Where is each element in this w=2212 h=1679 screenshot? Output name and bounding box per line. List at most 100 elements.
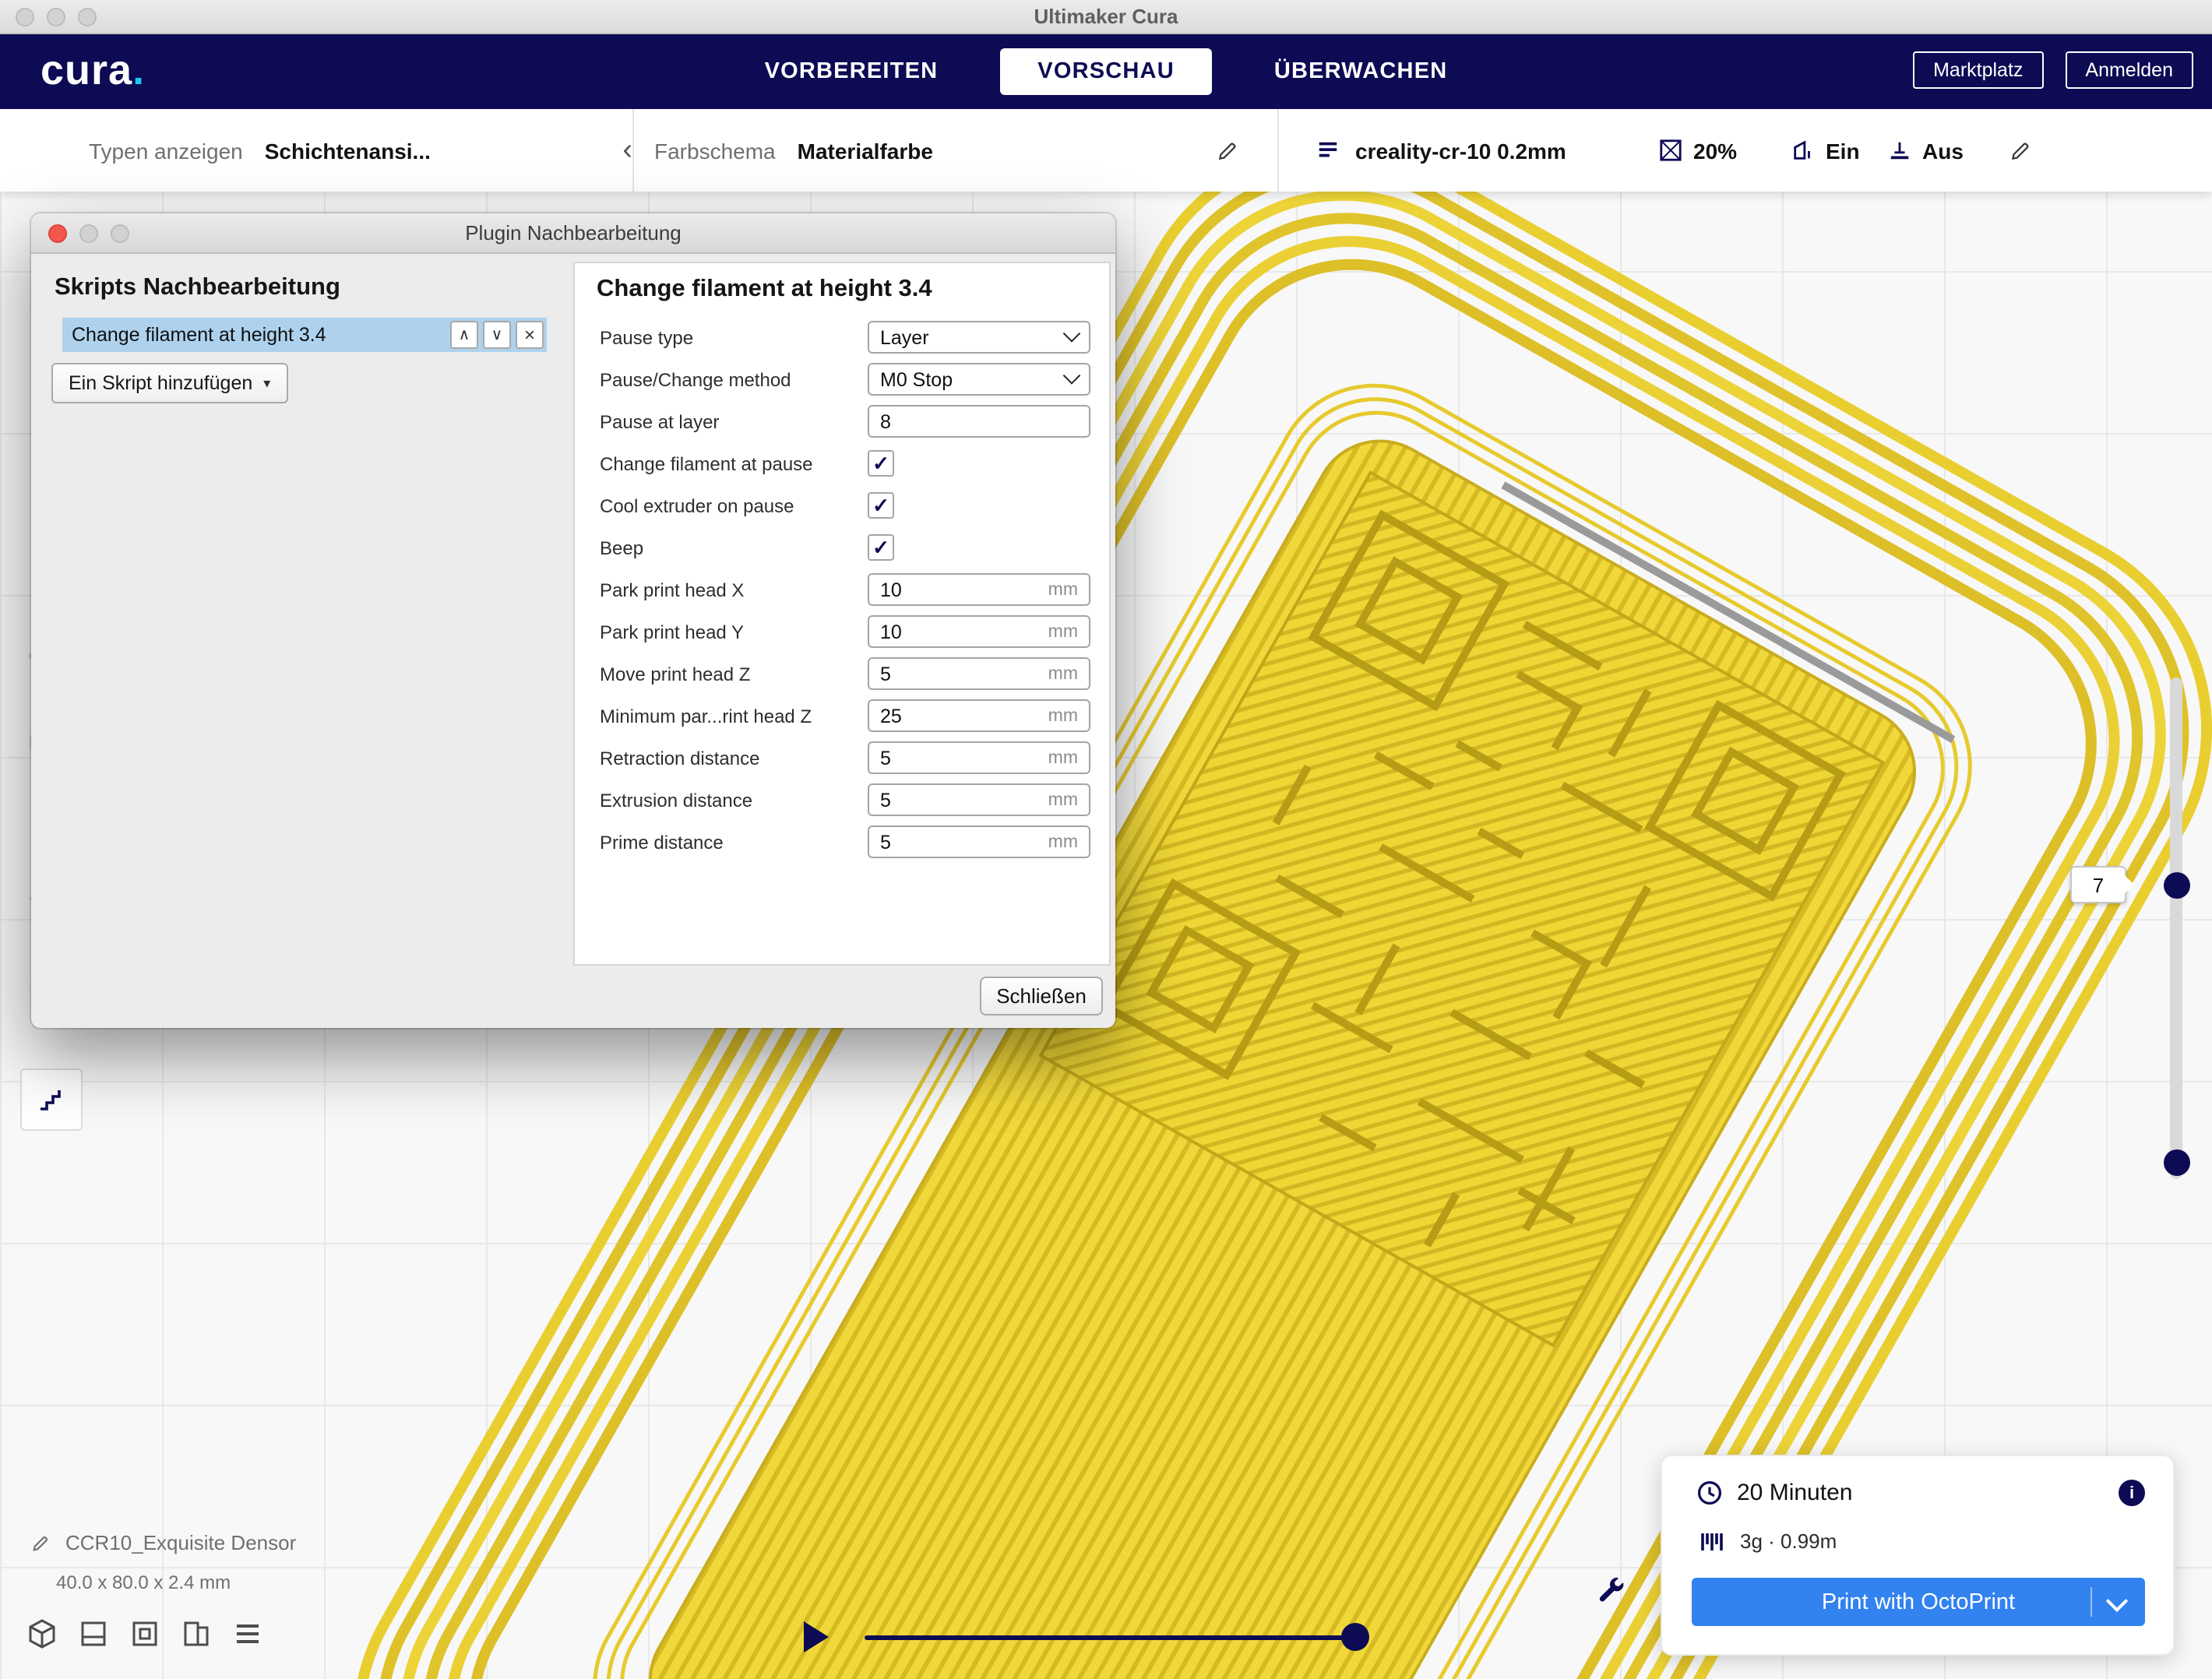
change-filament-at-pause-checkbox[interactable]: ✓: [868, 450, 894, 477]
script-settings-heading: Change filament at height 3.4: [597, 276, 1090, 304]
view-type-selector[interactable]: Typen anzeigen Schichtenansi... ‹: [89, 109, 632, 192]
retraction-distance-input[interactable]: 5 mm: [868, 741, 1090, 774]
field-label: Extrusion distance: [594, 789, 752, 811]
dialog-close-button[interactable]: [48, 224, 67, 243]
support-summary[interactable]: Ein: [1791, 109, 1860, 192]
adhesion-summary[interactable]: Aus: [1888, 109, 1964, 192]
collapse-panel-button[interactable]: ‹: [622, 136, 632, 165]
prime-distance-input[interactable]: 5 mm: [868, 825, 1090, 858]
pause-at-layer-input[interactable]: 8: [868, 405, 1090, 438]
view-left-button[interactable]: [179, 1617, 213, 1651]
layer-slider-handle-bottom[interactable]: [2164, 1149, 2190, 1176]
form-row-change-filament: Change filament at pause ✓: [594, 442, 1090, 484]
add-script-button[interactable]: Ein Skript hinzufügen ▾: [51, 363, 287, 403]
support-icon: [1791, 139, 1815, 162]
info-icon: i: [2129, 1484, 2134, 1502]
pause-method-select[interactable]: M0 Stop: [868, 363, 1090, 396]
close-button[interactable]: [16, 8, 34, 26]
edit-print-settings-button[interactable]: [2009, 109, 2031, 192]
beep-checkbox[interactable]: ✓: [868, 534, 894, 561]
edit-pencil-icon[interactable]: [1217, 139, 1238, 161]
header-buttons: Marktplatz Anmelden: [1913, 51, 2193, 89]
print-with-octoprint-button[interactable]: Print with OctoPrint: [1692, 1578, 2145, 1626]
park-print-head-y-input[interactable]: 10 mm: [868, 615, 1090, 648]
tab-vorschau[interactable]: VORSCHAU: [1000, 48, 1212, 95]
form-row-prime: Prime distance 5 mm: [594, 821, 1090, 863]
script-list-item[interactable]: Change filament at height 3.4 ∧ ∨ ×: [62, 318, 547, 352]
clock-icon: [1696, 1480, 1723, 1506]
remove-script-button[interactable]: ×: [516, 321, 544, 349]
extrusion-distance-input[interactable]: 5 mm: [868, 783, 1090, 816]
marketplace-button[interactable]: Marktplatz: [1913, 51, 2043, 89]
zoom-button[interactable]: [78, 8, 97, 26]
printer-profile: creality-cr-10 0.2mm: [1355, 138, 1566, 163]
tab-ueberwachen[interactable]: ÜBERWACHEN: [1252, 48, 1470, 95]
input-value: 5: [880, 831, 891, 853]
field-label: Pause type: [594, 326, 693, 348]
layer-slider-track[interactable]: [2170, 678, 2182, 1179]
close-dialog-button[interactable]: Schließen: [980, 977, 1103, 1015]
field-label: Beep: [594, 537, 643, 558]
unit-label: mm: [1048, 832, 1078, 851]
check-icon: ✓: [872, 537, 889, 558]
move-print-head-z-input[interactable]: 5 mm: [868, 657, 1090, 690]
extruder-icon: [1316, 139, 1340, 162]
infill-summary[interactable]: 20%: [1659, 109, 1737, 192]
input-value: 5: [880, 747, 891, 769]
minimize-button[interactable]: [47, 8, 65, 26]
field-label: Park print head X: [594, 579, 744, 600]
info-button[interactable]: i: [2119, 1480, 2145, 1506]
minimum-park-print-head-z-input[interactable]: 25 mm: [868, 699, 1090, 732]
pause-type-select[interactable]: Layer: [868, 321, 1090, 354]
play-button[interactable]: [804, 1621, 829, 1653]
cool-extruder-checkbox[interactable]: ✓: [868, 492, 894, 519]
form-row-cool-extruder: Cool extruder on pause ✓: [594, 484, 1090, 526]
dialog-minimize-button[interactable]: [79, 224, 98, 243]
rename-model-pencil-icon[interactable]: [31, 1533, 50, 1561]
support-value: Ein: [1826, 138, 1860, 163]
material-row: 3g · 0.99m: [1698, 1528, 1837, 1554]
layer-steps-icon: [36, 1084, 67, 1115]
playback-slider-handle[interactable]: [1341, 1623, 1369, 1651]
dialog-window-controls: [48, 224, 129, 243]
custom-supports-button[interactable]: [20, 1068, 83, 1131]
chevron-down-icon[interactable]: [2106, 1590, 2128, 1612]
printer-settings-button[interactable]: creality-cr-10 0.2mm: [1316, 109, 1566, 192]
move-script-down-button[interactable]: ∨: [483, 321, 511, 349]
view-3d-button[interactable]: [25, 1617, 59, 1651]
material-usage: 3g · 0.99m: [1740, 1529, 1837, 1553]
post-processing-dialog: Plugin Nachbearbeitung Skripts Nachbearb…: [31, 213, 1115, 1028]
tab-vorbereiten[interactable]: VORBEREITEN: [743, 48, 960, 95]
macos-titlebar: Ultimaker Cura: [0, 0, 2212, 34]
adjust-settings-button[interactable]: [1595, 1575, 1629, 1609]
color-scheme-label: Farbschema: [654, 138, 776, 163]
layer-slider-handle-top[interactable]: [2164, 872, 2190, 899]
field-label: Pause/Change method: [594, 368, 791, 390]
view-layers-button[interactable]: [231, 1617, 265, 1651]
print-time-row: 20 Minuten: [1696, 1480, 1852, 1506]
infill-icon: [1659, 139, 1682, 162]
model-dimensions: 40.0 x 80.0 x 2.4 mm: [56, 1572, 231, 1593]
layer-number-tooltip: 7: [2070, 866, 2126, 903]
input-value: 8: [880, 410, 891, 432]
dialog-zoom-button[interactable]: [111, 224, 129, 243]
playback-slider-track[interactable]: [865, 1635, 1365, 1640]
field-label: Cool extruder on pause: [594, 495, 794, 516]
view-top-button[interactable]: [128, 1617, 162, 1651]
input-value: 10: [880, 621, 902, 642]
menu-arrow-icon: ▾: [263, 375, 270, 392]
form-row-move-z: Move print head Z 5 mm: [594, 653, 1090, 695]
view-type-label: Typen anzeigen: [89, 138, 243, 163]
form-row-pause-at-layer: Pause at layer 8: [594, 400, 1090, 442]
signin-button[interactable]: Anmelden: [2065, 51, 2193, 89]
form-row-pause-method: Pause/Change method M0 Stop: [594, 358, 1090, 400]
dialog-titlebar[interactable]: Plugin Nachbearbeitung: [31, 213, 1115, 254]
view-type-value: Schichtenansi...: [265, 138, 431, 163]
park-print-head-x-input[interactable]: 10 mm: [868, 573, 1090, 606]
chevron-down-icon: [1063, 366, 1081, 384]
color-scheme-selector[interactable]: Farbschema Materialfarbe: [654, 109, 1238, 192]
view-front-button[interactable]: [76, 1617, 111, 1651]
move-script-up-button[interactable]: ∧: [450, 321, 478, 349]
form-row-park-y: Park print head Y 10 mm: [594, 611, 1090, 653]
check-icon: ✓: [872, 453, 889, 473]
